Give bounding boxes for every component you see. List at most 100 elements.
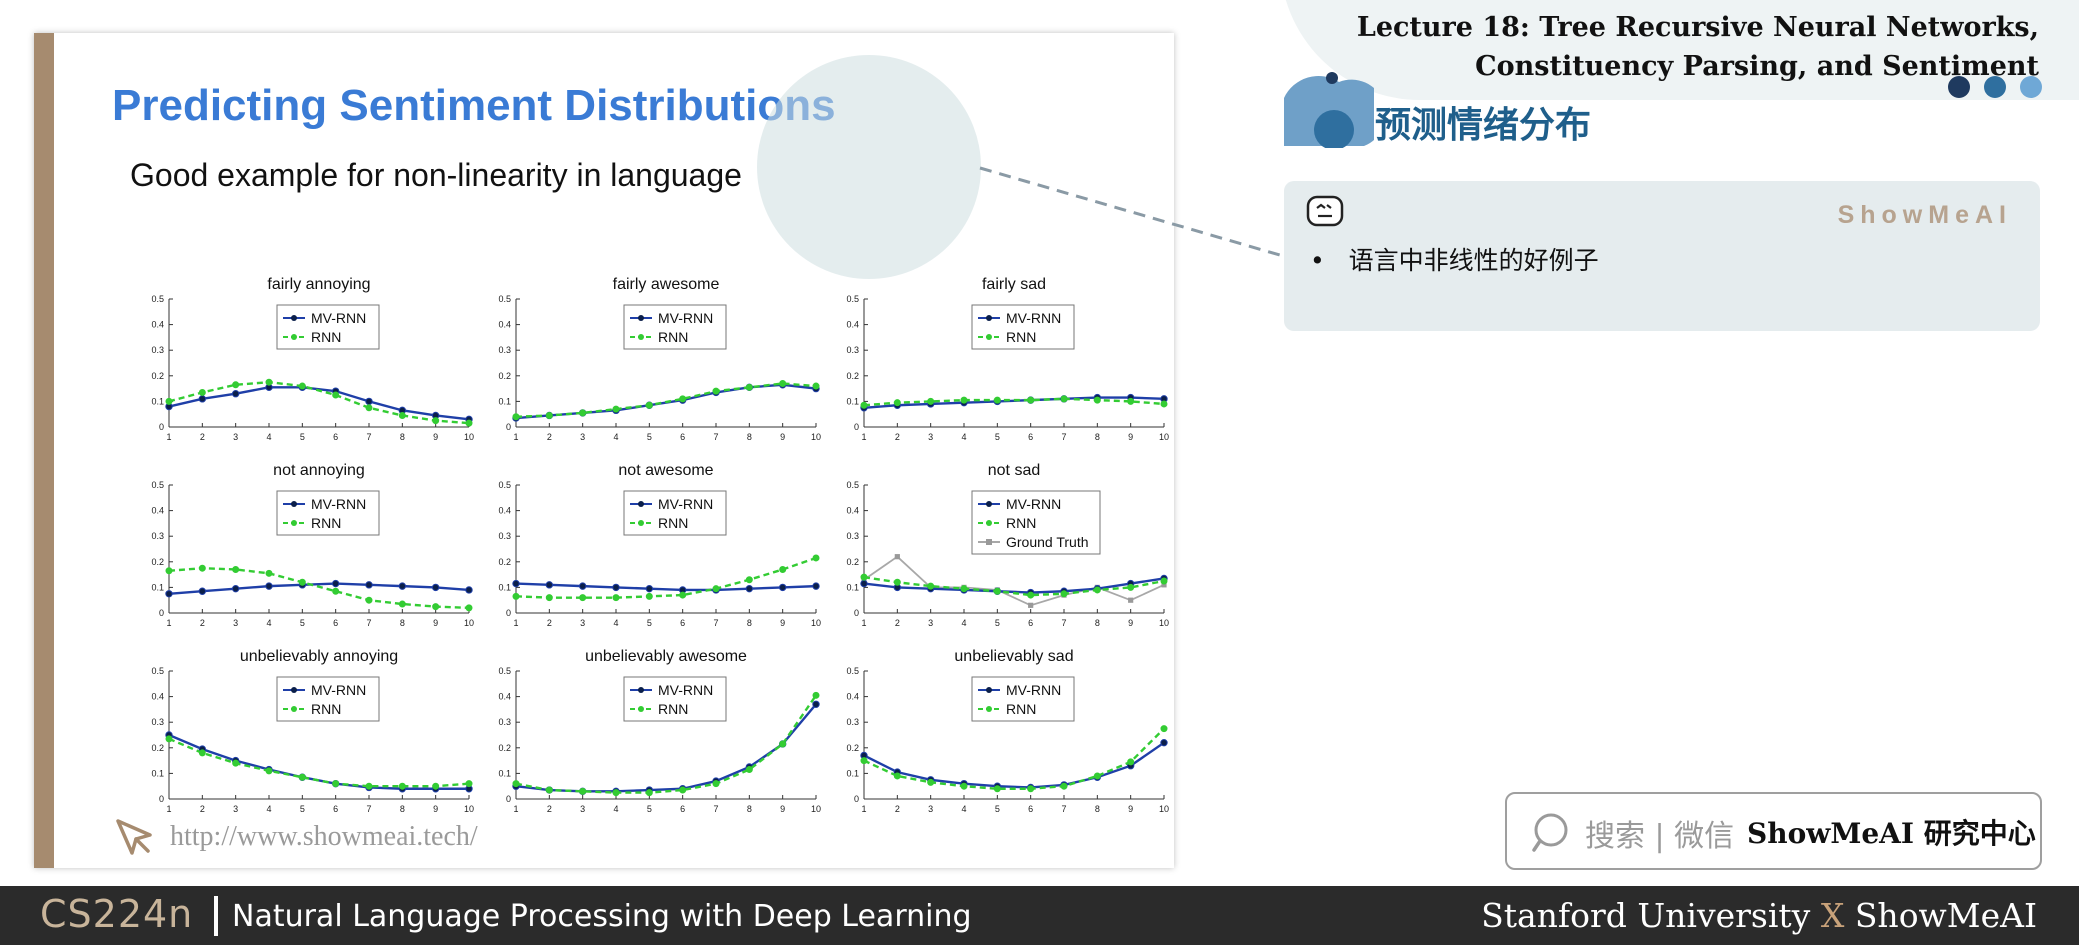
data-point (812, 382, 820, 390)
legend-marker (638, 315, 644, 321)
x-tick-label: 5 (300, 432, 305, 442)
y-tick-label: 0 (159, 608, 164, 618)
legend-marker (291, 315, 297, 321)
chart-title: not annoying (273, 462, 365, 479)
x-tick-label: 9 (433, 432, 438, 442)
x-tick-label: 4 (613, 432, 618, 442)
x-tick-label: 10 (811, 618, 821, 628)
y-tick-label: 0.3 (151, 531, 164, 541)
x-tick-label: 4 (961, 432, 966, 442)
legend-marker (986, 687, 992, 693)
x-tick-label: 3 (233, 432, 238, 442)
y-tick-label: 0 (506, 794, 511, 804)
legend-marker (291, 706, 297, 712)
data-point (1127, 758, 1135, 766)
x-tick-label: 6 (333, 618, 338, 628)
data-point (1028, 602, 1034, 608)
chart-panel: unbelievably sad 0 0.1 0.2 0.3 0.4 0.5 1 2 3 4 5 6 7 8… (846, 648, 1169, 814)
slide-link[interactable]: http://www.showmeai.tech/ (170, 821, 478, 853)
x-tick-label: 4 (613, 618, 618, 628)
x-tick-label: 4 (961, 618, 966, 628)
data-point (512, 579, 520, 588)
x-tick-label: 8 (747, 432, 752, 442)
data-point (298, 382, 306, 390)
y-tick-label: 0.3 (151, 345, 164, 355)
data-point (712, 585, 720, 593)
data-point (779, 740, 787, 748)
data-point (198, 395, 207, 403)
chart-title: unbelievably awesome (585, 648, 747, 665)
x-tick-label: 8 (1095, 618, 1100, 628)
search-box[interactable]: 搜索 | 微信 ShowMeAI 研究中心 (1505, 792, 2042, 870)
x-tick-label: 8 (1095, 804, 1100, 814)
y-tick-label: 0.5 (498, 666, 511, 676)
data-point (779, 379, 787, 387)
data-point (332, 391, 340, 399)
x-tick-label: 8 (400, 432, 405, 442)
legend-label: RNN (311, 329, 341, 345)
x-tick-label: 1 (166, 618, 171, 628)
data-point (927, 397, 935, 405)
x-tick-label: 9 (433, 618, 438, 628)
chart-panel: fairly sad 0 0.1 0.2 0.3 0.4 0.5 1 2 3 4 5 6 7 8 9 10 MV-… (846, 276, 1169, 442)
y-tick-label: 0.1 (498, 768, 511, 778)
legend-marker (986, 706, 992, 712)
y-tick-label: 0.5 (846, 480, 859, 490)
legend-label: Ground Truth (1006, 534, 1089, 550)
data-point (712, 387, 720, 395)
x-tick-label: 3 (580, 432, 585, 442)
y-tick-label: 0.4 (151, 320, 164, 330)
y-tick-label: 0.1 (498, 396, 511, 406)
x-tick-label: 2 (200, 804, 205, 814)
chart-title: fairly sad (982, 276, 1046, 293)
legend-marker (291, 687, 297, 693)
chart-title: unbelievably annoying (240, 648, 398, 665)
data-point (645, 584, 654, 593)
data-point (1127, 397, 1135, 405)
x-tick-label: 9 (780, 432, 785, 442)
y-tick-label: 0.5 (498, 294, 511, 304)
y-tick-label: 0.2 (151, 371, 164, 381)
dot-2 (1984, 76, 2006, 98)
data-point (1060, 782, 1068, 790)
y-tick-label: 0.5 (846, 294, 859, 304)
x-tick-label: 2 (895, 432, 900, 442)
y-tick-label: 0.1 (498, 582, 511, 592)
data-point (365, 404, 373, 412)
data-point (365, 782, 373, 790)
series-line (863, 727, 1165, 790)
data-point (1093, 772, 1101, 780)
data-point (812, 700, 820, 708)
y-tick-label: 0.2 (498, 371, 511, 381)
chart-title: not sad (988, 462, 1040, 479)
x-tick-label: 1 (861, 432, 866, 442)
legend-label: MV-RNN (658, 682, 713, 698)
x-tick-label: 2 (895, 804, 900, 814)
y-tick-label: 0.4 (151, 692, 164, 702)
data-point (512, 780, 520, 788)
data-point (232, 565, 240, 573)
data-point (812, 554, 820, 562)
screen: Predicting Sentiment Distributions Good … (0, 0, 2079, 945)
series-line (515, 582, 817, 592)
x-tick-label: 7 (366, 432, 371, 442)
y-tick-label: 0.2 (151, 557, 164, 567)
y-tick-label: 0.4 (498, 692, 511, 702)
y-tick-label: 0.3 (846, 717, 859, 727)
data-point (612, 789, 620, 797)
x-tick-label: 7 (1061, 432, 1066, 442)
data-point (365, 397, 373, 406)
x-tick-label: 2 (547, 618, 552, 628)
x-tick-label: 2 (547, 432, 552, 442)
y-tick-label: 0 (854, 608, 859, 618)
data-point (398, 600, 406, 608)
legend-marker (638, 706, 644, 712)
data-point (645, 401, 653, 409)
footer-credit-showmeai: ShowMeAI (1854, 896, 2037, 935)
slide-title: Predicting Sentiment Distributions (112, 81, 836, 130)
x-tick-label: 1 (513, 618, 518, 628)
y-tick-label: 0.1 (151, 768, 164, 778)
x-tick-label: 6 (680, 618, 685, 628)
x-tick-label: 4 (266, 432, 271, 442)
brand-label: ShowMeAI (1837, 201, 2012, 229)
